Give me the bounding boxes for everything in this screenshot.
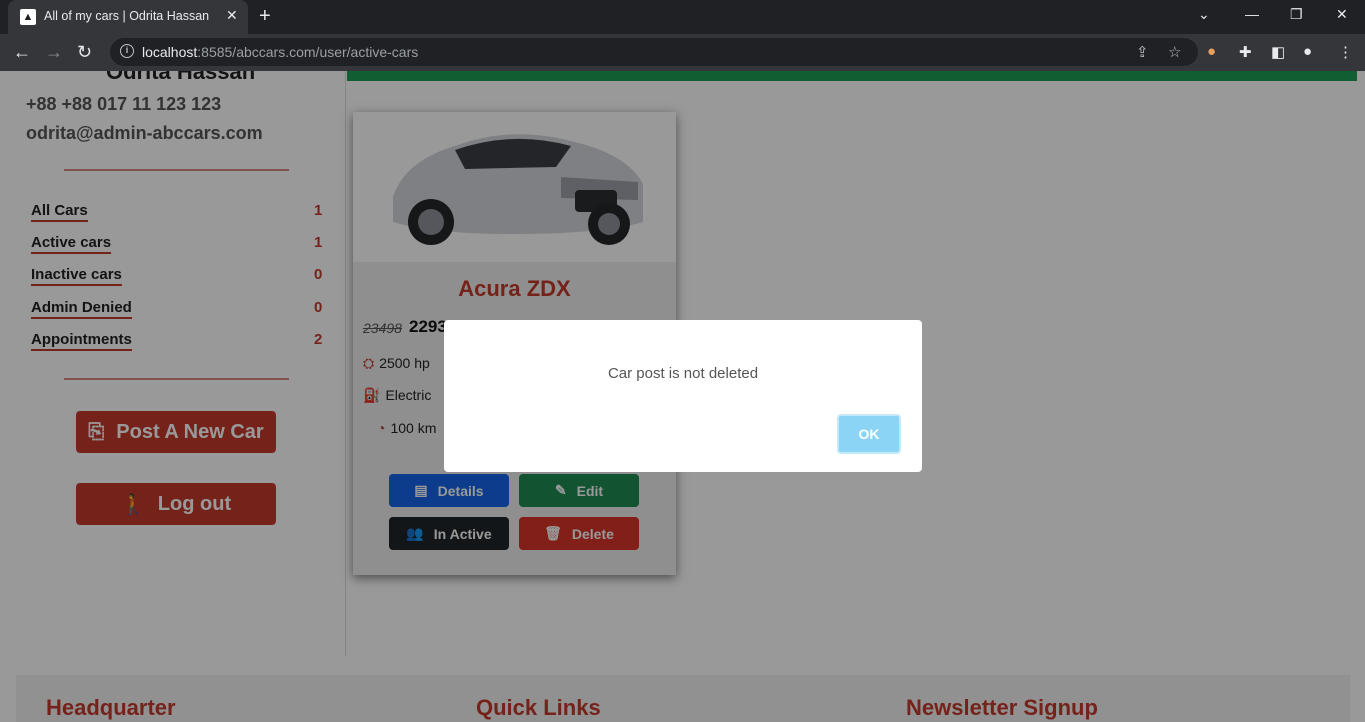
browser-menu-icon[interactable]: ⋮ — [1338, 43, 1353, 61]
cookie-extension-icon[interactable]: ● — [1207, 43, 1216, 60]
share-icon[interactable]: ⇪ — [1136, 43, 1149, 61]
window-close-icon[interactable]: ✕ — [1336, 6, 1348, 23]
address-bar[interactable]: i localhost:8585/abccars.com/user/active… — [110, 38, 1198, 66]
browser-tab[interactable]: ▲ All of my cars | Odrita Hassan ✕ — [8, 0, 248, 34]
extensions-puzzle-icon[interactable]: ✚ — [1239, 43, 1252, 61]
forward-icon[interactable]: → — [45, 42, 63, 63]
url-text[interactable]: localhost:8585/abccars.com/user/active-c… — [142, 44, 418, 60]
profile-avatar-icon[interactable]: ● — [1303, 43, 1312, 60]
url-path: :8585/abccars.com/user/active-cars — [197, 44, 419, 60]
minimize-icon[interactable]: — — [1245, 6, 1259, 22]
browser-tabbar: ▲ All of my cars | Odrita Hassan ✕ + ⌄ —… — [0, 0, 1365, 34]
back-icon[interactable]: ← — [13, 42, 31, 63]
tab-close-icon[interactable]: ✕ — [226, 7, 238, 24]
reload-icon[interactable]: ↻ — [77, 42, 92, 63]
tab-title: All of my cars | Odrita Hassan — [44, 9, 210, 23]
ok-button[interactable]: OK — [837, 414, 901, 454]
site-info-icon[interactable]: i — [120, 44, 134, 58]
alert-dialog: Car post is not deleted OK — [444, 320, 922, 472]
bookmark-star-icon[interactable]: ☆ — [1168, 43, 1181, 61]
dialog-message: Car post is not deleted — [607, 365, 759, 382]
browser-toolbar: ← → ↻ i localhost:8585/abccars.com/user/… — [0, 34, 1365, 71]
restore-icon[interactable]: ❐ — [1290, 6, 1303, 23]
url-host: localhost — [142, 44, 198, 60]
new-tab-icon[interactable]: + — [259, 5, 271, 28]
site-favicon-icon: ▲ — [20, 9, 36, 25]
tab-search-icon[interactable]: ⌄ — [1198, 6, 1210, 23]
side-panel-icon[interactable]: ◧ — [1271, 43, 1285, 61]
